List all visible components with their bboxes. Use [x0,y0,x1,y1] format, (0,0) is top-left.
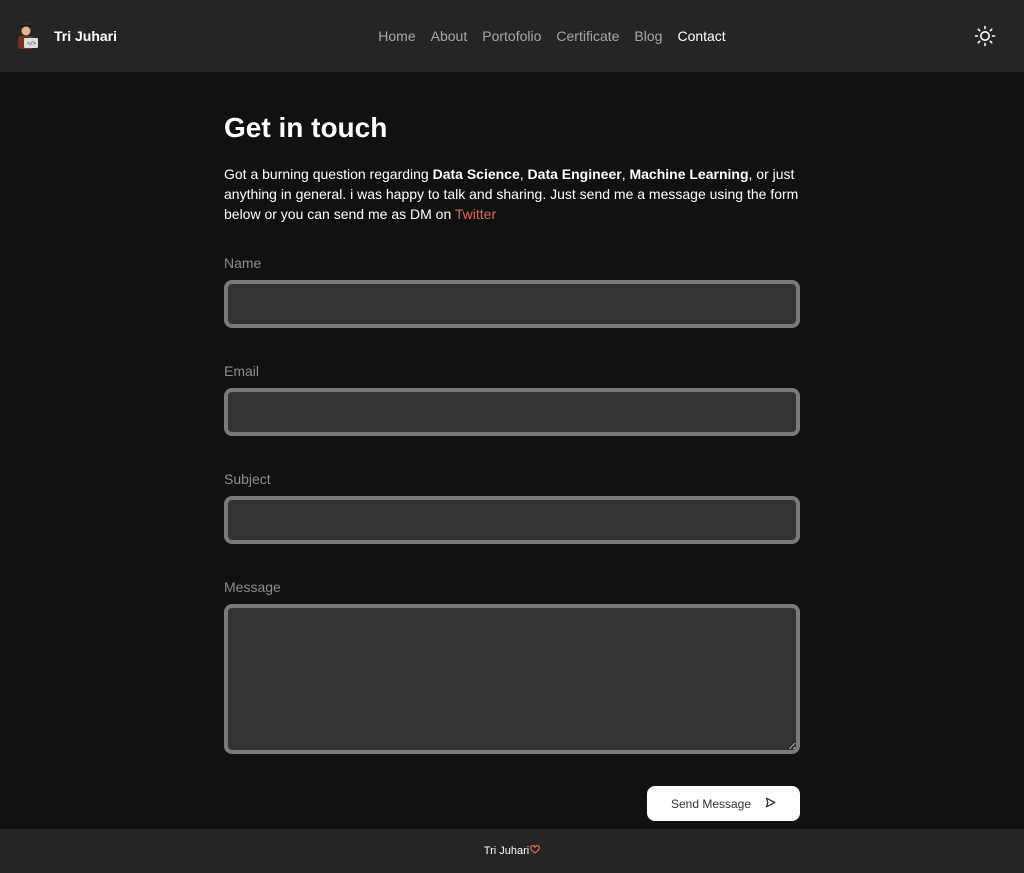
name-field[interactable] [224,280,800,328]
subject-field[interactable] [224,496,800,544]
contact-section: Get in touch Got a burning question rega… [224,72,800,821]
nav-portofolio[interactable]: Portofolio [482,26,541,46]
intro-text: Got a burning question regarding Data Sc… [224,164,800,224]
send-row: Send Message [224,786,800,821]
email-field[interactable] [224,388,800,436]
sun-icon[interactable] [974,25,996,47]
topic-machine-learning: Machine Learning [629,166,749,182]
message-field[interactable] [224,604,800,754]
send-button-label: Send Message [670,796,752,811]
nav-home[interactable]: Home [378,26,415,46]
message-group: Message [224,578,800,754]
nav-contact[interactable]: Contact [677,26,725,46]
intro-sep1: , [519,166,528,182]
send-icon [765,797,776,811]
nav-about[interactable]: About [431,26,468,46]
intro-part1: Got a burning question regarding [224,166,433,182]
heart-icon [530,844,541,857]
nav-certificate[interactable]: Certificate [556,26,619,46]
footer-text: Tri Juhari [483,845,530,857]
site-header: </> Tri Juhari Home About Portofolio Cer… [0,0,1024,72]
subject-label: Subject [224,471,271,487]
email-group: Email [224,362,800,436]
send-message-button[interactable]: Send Message [647,786,800,821]
name-group: Name [224,254,800,328]
twitter-link[interactable]: Twitter [455,206,496,222]
page-title: Get in touch [224,112,388,143]
contact-form: Name Email Subject Message Send Message [224,254,800,821]
email-label: Email [224,363,260,379]
nav-blog[interactable]: Blog [634,26,662,46]
subject-group: Subject [224,470,800,544]
topic-data-science: Data Science [432,166,520,182]
topic-data-engineer: Data Engineer [527,166,622,182]
main-nav: Home About Portofolio Certificate Blog C… [0,26,1024,46]
message-label: Message [224,579,281,595]
site-footer: Tri Juhari [0,829,1024,873]
name-label: Name [224,255,262,271]
